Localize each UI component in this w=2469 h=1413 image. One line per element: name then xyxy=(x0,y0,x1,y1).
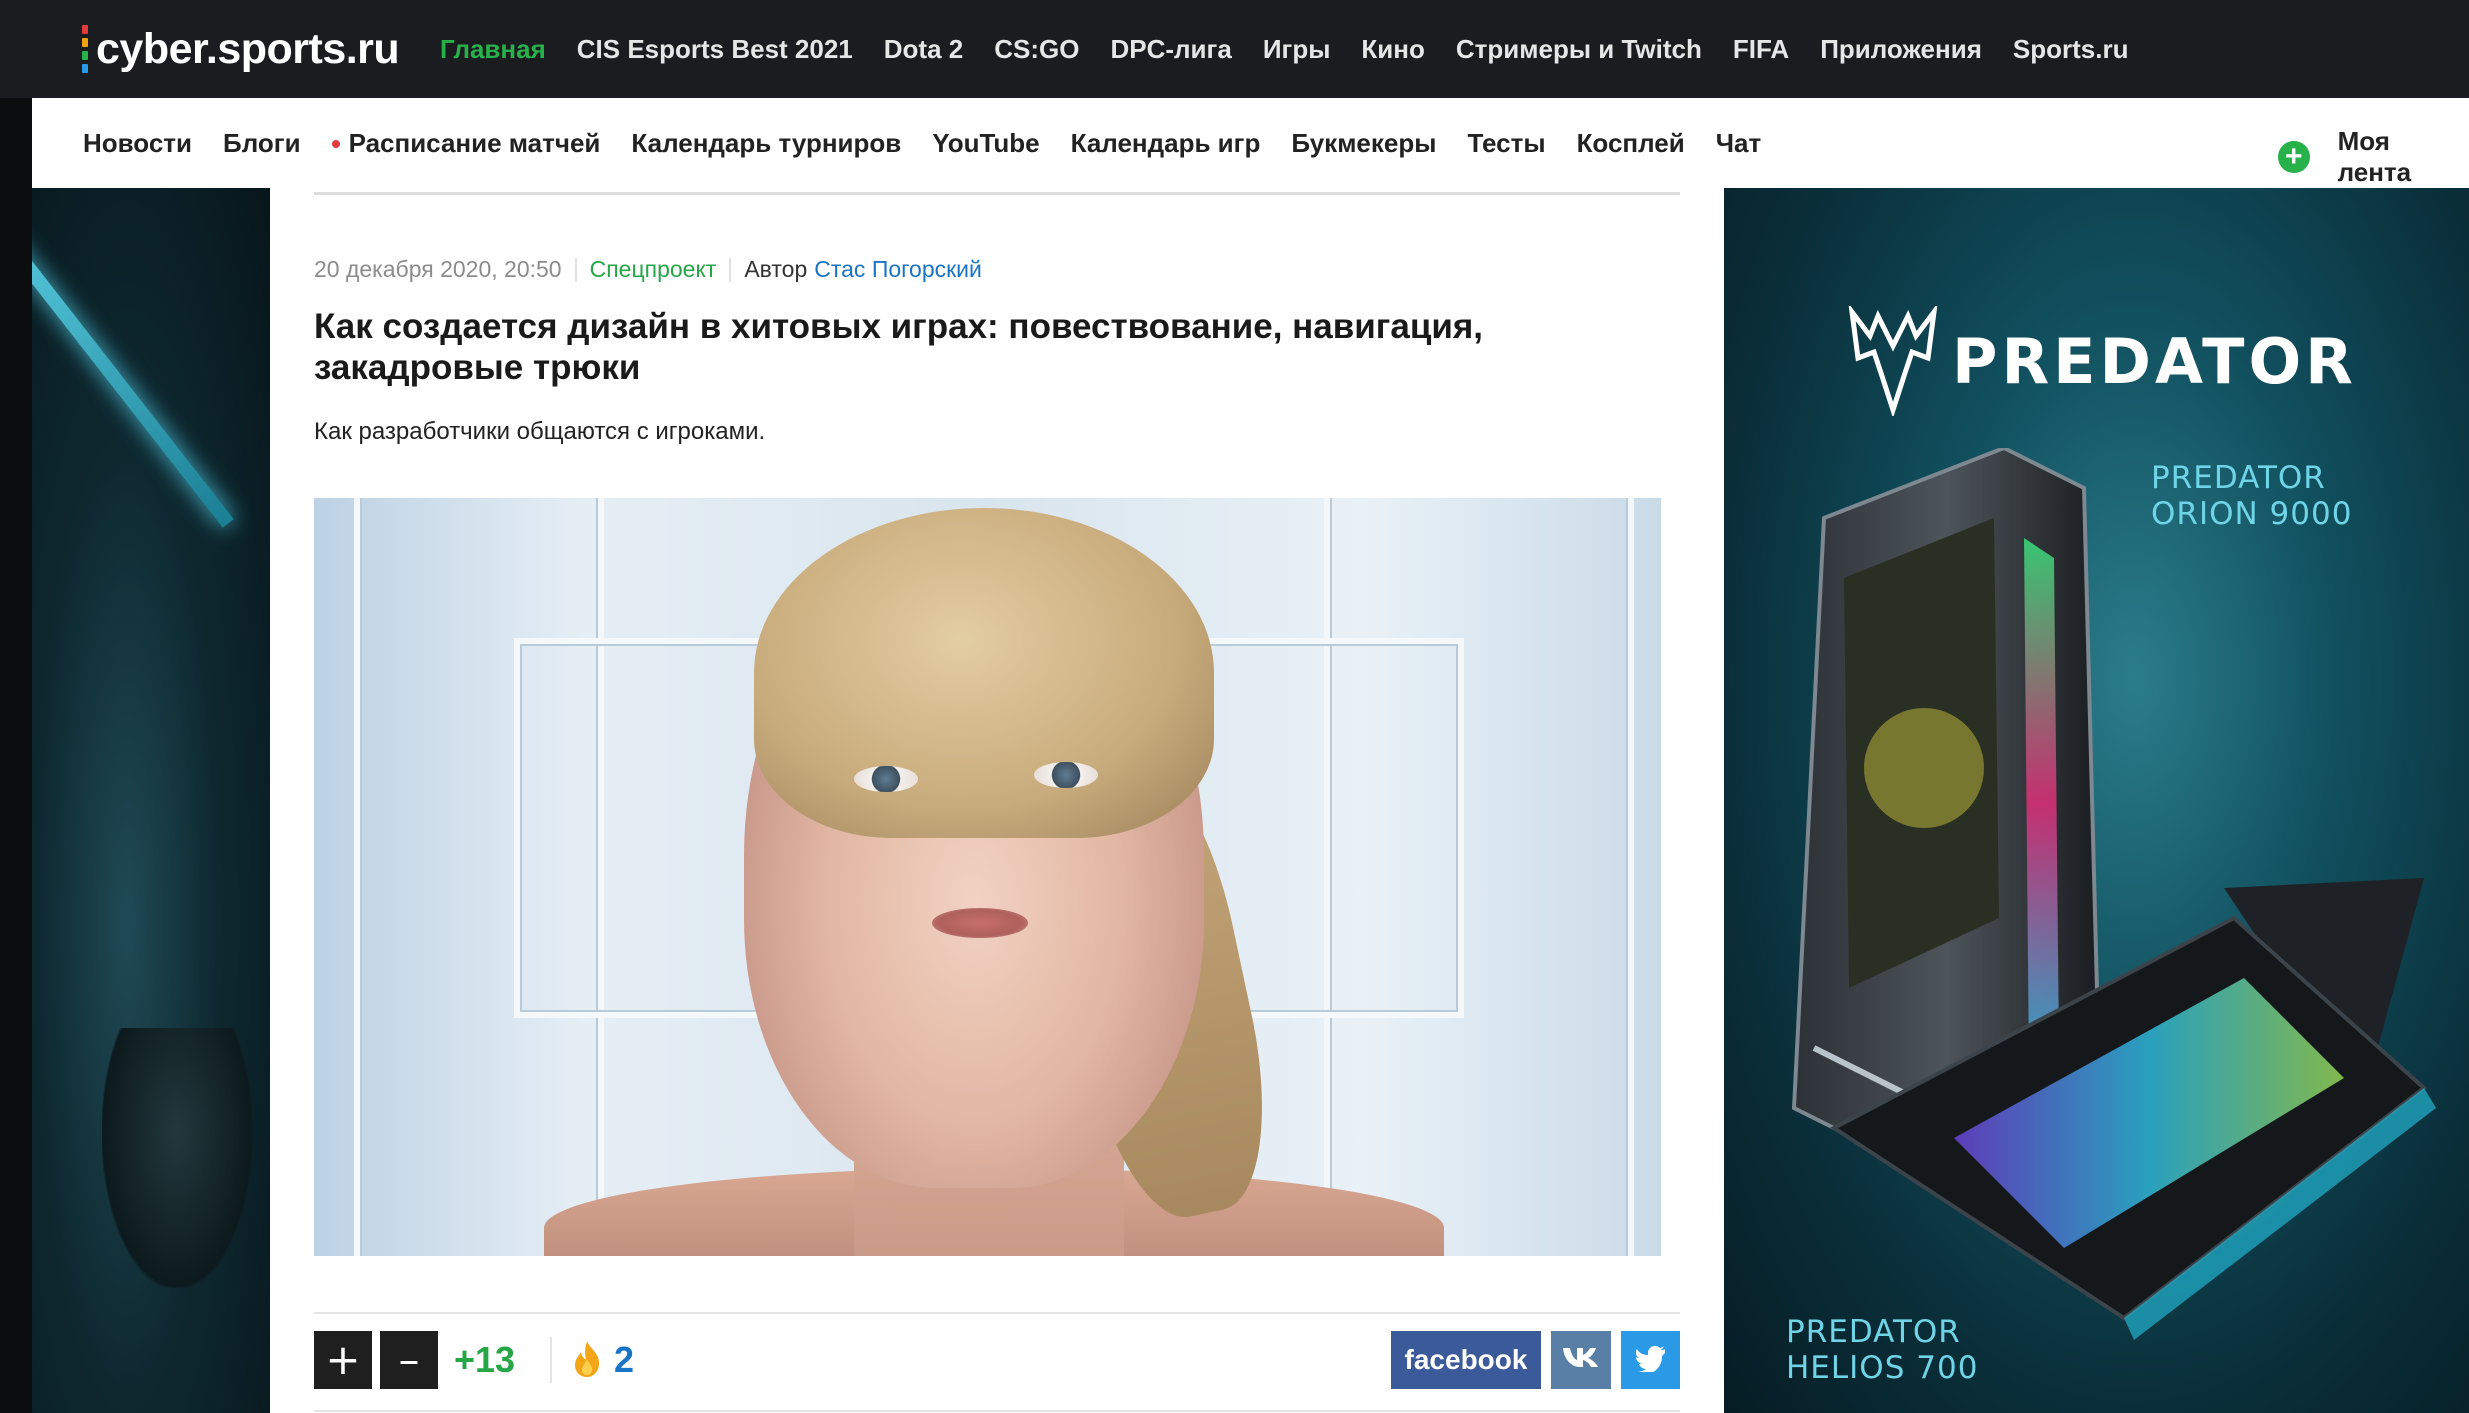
secondary-nav-label: Блоги xyxy=(223,128,301,158)
share-facebook-button[interactable]: facebook xyxy=(1391,1331,1541,1389)
top-nav-item[interactable]: Игры xyxy=(1263,34,1331,65)
portrait-lips xyxy=(932,908,1028,938)
laptop-image xyxy=(1830,878,2436,1340)
top-nav-item[interactable]: DPC-лига xyxy=(1110,34,1231,65)
my-feed-button[interactable]: + Моя лента xyxy=(2278,126,2469,188)
top-nav-item[interactable]: Стримеры и Twitch xyxy=(1456,34,1702,65)
top-nav-item[interactable]: Sports.ru xyxy=(2013,34,2129,65)
secondary-nav-item[interactable]: Календарь игр xyxy=(1071,128,1261,159)
secondary-nav-label: Тесты xyxy=(1467,128,1546,158)
article-date: 20 декабря 2020, 20:50 xyxy=(314,256,562,282)
secondary-nav-item[interactable]: Чат xyxy=(1716,128,1761,159)
top-nav-item[interactable]: Приложения xyxy=(1820,34,1982,65)
secondary-nav-item[interactable]: Календарь турниров xyxy=(631,128,901,159)
article-title: Как создается дизайн в хитовых играх: по… xyxy=(314,307,1483,387)
secondary-nav-label: Косплей xyxy=(1576,128,1685,158)
portrait-eye-left xyxy=(854,766,918,792)
top-nav-item[interactable]: CIS Esports Best 2021 xyxy=(577,34,853,65)
meta-separator xyxy=(729,257,732,282)
secondary-bar: Новости Блоги Расписание матчей Календарь т… xyxy=(32,98,2469,188)
my-feed-label: Моя лента xyxy=(2337,126,2412,187)
secondary-nav: Новости Блоги Расписание матчей Календарь т… xyxy=(83,128,1792,159)
secondary-nav-label: Новости xyxy=(83,128,193,158)
live-dot-icon xyxy=(331,139,340,148)
secondary-nav-item[interactable]: Букмекеры xyxy=(1291,128,1436,159)
share-twitter-button[interactable] xyxy=(1621,1331,1680,1389)
secondary-nav-label: Букмекеры xyxy=(1291,128,1437,158)
rating-score: +13 xyxy=(454,1339,516,1380)
divider xyxy=(314,1410,1680,1412)
secondary-nav-item[interactable]: Расписание матчей xyxy=(331,128,601,159)
product-helios-label: PREDATOR HELIOS 700 xyxy=(1786,1314,1978,1386)
author-link[interactable]: Стас Погорский xyxy=(814,256,982,283)
upvote-button[interactable]: + xyxy=(314,1331,372,1389)
top-bar: cyber.sports.ru Главная CIS Esports Best … xyxy=(0,0,2469,98)
product-orion-label: PREDATOR ORION 9000 xyxy=(2151,460,2352,532)
plus-circle-icon: + xyxy=(2278,141,2310,173)
predator-brand: PREDATOR xyxy=(1952,324,2357,398)
secondary-nav-label: Календарь игр xyxy=(1070,128,1261,158)
top-nav: Главная CIS Esports Best 2021 Dota 2 CS:GO D… xyxy=(440,34,2159,65)
product-orion-line2: ORION 9000 xyxy=(2151,496,2353,532)
secondary-nav-label: Расписание матчей xyxy=(348,128,601,158)
top-nav-item[interactable]: Главная xyxy=(440,34,546,65)
article-meta: 20 декабря 2020, 20:50 Спецпроект Автор … xyxy=(314,256,982,283)
product-orion-line1: PREDATOR xyxy=(2151,460,2326,496)
top-nav-item[interactable]: Dota 2 xyxy=(884,34,963,65)
twitter-icon xyxy=(1635,1345,1665,1374)
downvote-button[interactable]: – xyxy=(380,1331,438,1389)
vk-icon xyxy=(1563,1348,1598,1367)
secondary-nav-item[interactable]: Тесты xyxy=(1467,128,1545,159)
predator-mark-icon xyxy=(1848,306,1938,416)
secondary-nav-item[interactable]: Блоги xyxy=(223,128,301,159)
author-label: Автор xyxy=(744,256,808,282)
product-helios-line2: HELIOS 700 xyxy=(1786,1350,1979,1386)
fire-icon xyxy=(575,1341,600,1377)
secondary-nav-label: Чат xyxy=(1715,128,1762,158)
article-lead: Как разработчики общаются с игроками. xyxy=(314,418,766,445)
portrait-hair xyxy=(754,508,1214,838)
secondary-nav-label: Календарь турниров xyxy=(631,128,902,158)
secondary-nav-item[interactable]: YouTube xyxy=(932,128,1039,159)
logo-dots xyxy=(82,25,88,73)
left-edge xyxy=(0,98,32,1413)
article-category-link[interactable]: Спецпроект xyxy=(590,256,717,283)
product-helios-line1: PREDATOR xyxy=(1786,1314,1961,1350)
secondary-nav-item[interactable]: Косплей xyxy=(1577,128,1685,159)
light-beam-decoration xyxy=(32,188,234,528)
hot-count: 2 xyxy=(614,1339,635,1380)
divider xyxy=(314,1312,1680,1314)
predator-banner-ad[interactable]: PREDATOR PREDATOR ORION 9000 PREDATOR HE… xyxy=(1724,188,2469,1413)
top-nav-item[interactable]: Кино xyxy=(1361,34,1424,65)
article-hero-image xyxy=(314,498,1661,1256)
secondary-nav-item[interactable]: Новости xyxy=(83,128,192,159)
secondary-nav-label: YouTube xyxy=(932,128,1040,158)
article: 20 декабря 2020, 20:50 Спецпроект Автор … xyxy=(270,188,1724,1413)
article-actions: + – +13 2 facebook xyxy=(314,1331,1680,1391)
top-nav-item[interactable]: FIFA xyxy=(1733,34,1789,65)
meta-separator xyxy=(574,257,577,282)
silhouette-decoration xyxy=(102,1028,252,1288)
actions-divider xyxy=(550,1337,552,1383)
predator-logo: PREDATOR xyxy=(1848,306,2357,416)
logo-text: cyber.sports.ru xyxy=(96,24,400,73)
portrait-eye-right xyxy=(1034,762,1098,788)
share-vk-button[interactable] xyxy=(1551,1331,1611,1389)
top-nav-item[interactable]: CS:GO xyxy=(994,34,1079,65)
left-background-ad[interactable] xyxy=(32,188,270,1413)
site-logo[interactable]: cyber.sports.ru xyxy=(82,22,400,76)
divider xyxy=(314,192,1680,195)
